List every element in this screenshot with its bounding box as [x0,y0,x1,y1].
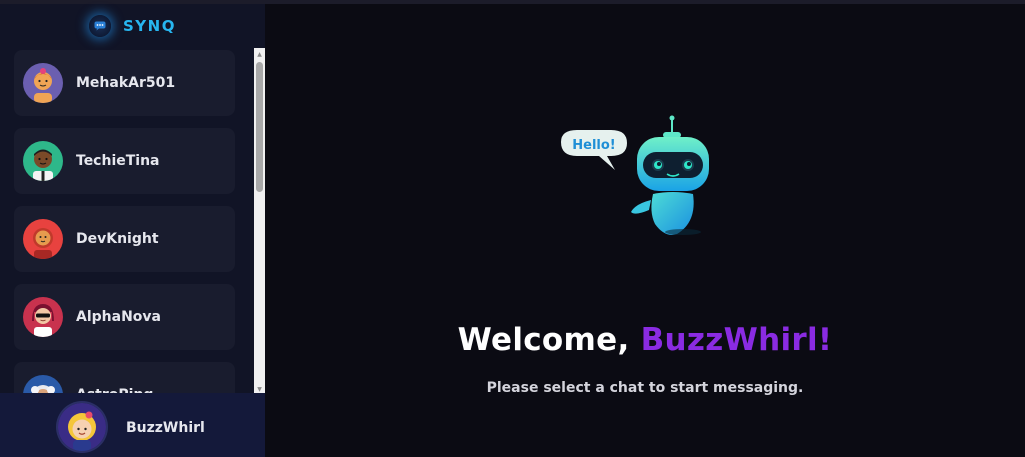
chat-list-scrollbar[interactable]: ▲ ▼ [254,48,265,395]
user-name: BuzzWhirl [126,420,205,436]
current-user-bar[interactable]: BuzzWhirl [0,393,265,457]
chat-item-techietina[interactable]: TechieTina [14,128,235,194]
chat-item-alphanova[interactable]: AlphaNova [14,284,235,350]
avatar [23,219,63,259]
brand-name: SYNQ [123,17,176,35]
chat-name: AlphaNova [76,309,161,325]
avatar [23,297,63,337]
bubble-text: Hello! [572,138,615,153]
main-panel: Hello! Welcome, BuzzWhirl! Please select… [265,4,1025,457]
sidebar: SYNQ MehakAr501 TechieTina DevKnight Alp… [0,4,265,457]
welcome-exclaim: ! [817,322,833,358]
avatar [23,63,63,103]
welcome-greeting: Welcome, [457,322,641,358]
scroll-thumb[interactable] [256,62,263,192]
chat-name: DevKnight [76,231,159,247]
user-avatar[interactable] [58,403,106,451]
chat-name: AstroPing [76,362,153,393]
chat-item-astroping[interactable]: AstroPing [14,362,235,393]
brand-header: SYNQ [0,4,265,48]
robot-illustration: Hello! [555,112,715,242]
avatar [23,141,63,181]
chat-item-devknight[interactable]: DevKnight [14,206,235,272]
chat-name: TechieTina [76,153,160,169]
welcome-subtitle: Please select a chat to start messaging. [486,380,804,396]
welcome-heading: Welcome, BuzzWhirl! [265,322,1025,358]
chat-item-mehakar501[interactable]: MehakAr501 [14,50,235,116]
welcome-username: BuzzWhirl [640,322,818,358]
scroll-up-arrow-icon[interactable]: ▲ [254,49,265,59]
avatar [23,375,63,393]
chat-name: MehakAr501 [76,75,176,91]
chat-list: MehakAr501 TechieTina DevKnight AlphaNov… [0,48,254,393]
chat-bubble-icon [89,15,111,37]
